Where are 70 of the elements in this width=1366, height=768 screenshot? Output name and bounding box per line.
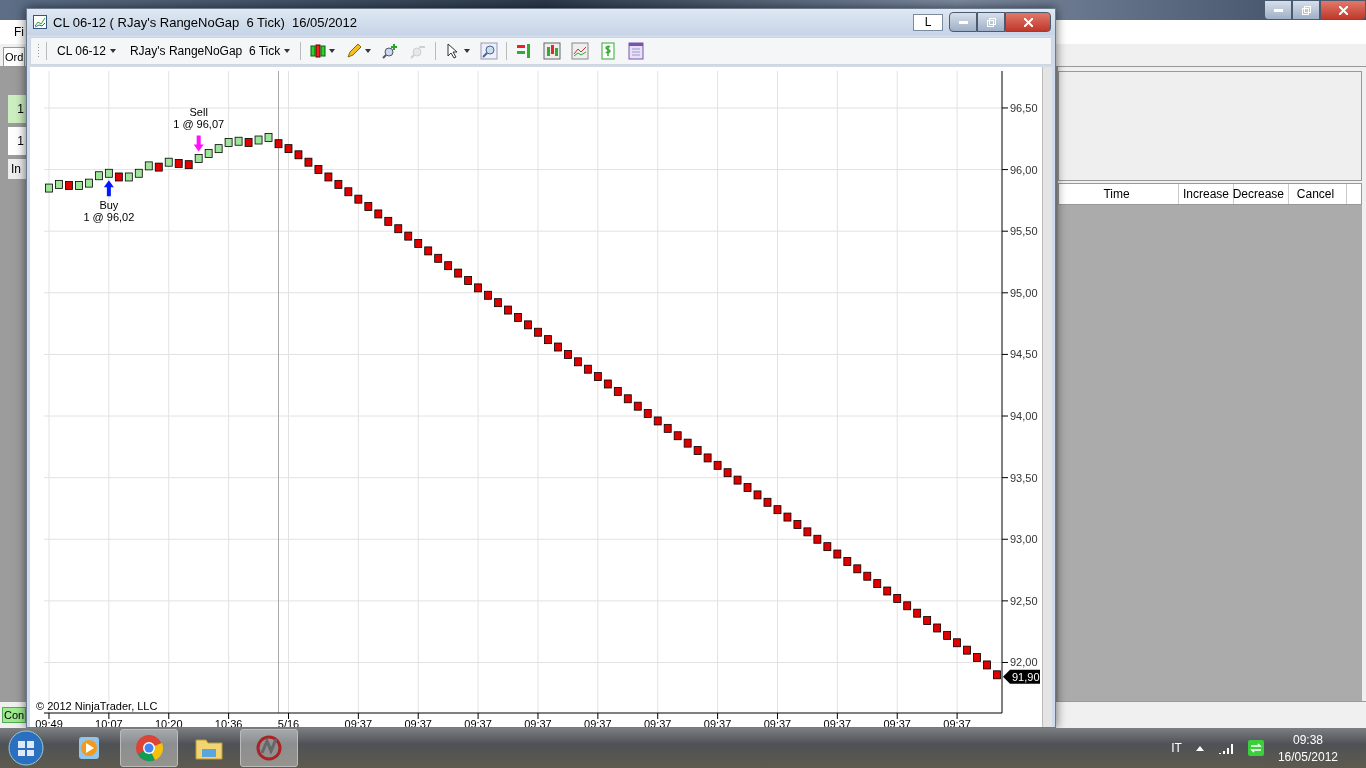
restore-icon bbox=[986, 17, 996, 27]
restore-icon bbox=[1301, 5, 1311, 15]
trader-logo-icon bbox=[254, 733, 284, 763]
close-icon bbox=[1023, 17, 1033, 27]
trade-label: Sell bbox=[189, 106, 208, 119]
table-cell: 1 bbox=[8, 127, 26, 155]
browser-icon bbox=[134, 733, 164, 763]
column-header[interactable]: Time bbox=[1059, 184, 1179, 204]
column-header[interactable]: Decrease bbox=[1234, 184, 1289, 204]
toolbar-button[interactable] bbox=[307, 42, 338, 60]
pencil-icon bbox=[345, 42, 364, 60]
axis-label: 95,50 bbox=[1010, 225, 1038, 238]
axis-label: 95,00 bbox=[1010, 286, 1038, 299]
caret-icon bbox=[284, 49, 291, 53]
signal-icon[interactable] bbox=[1217, 742, 1234, 754]
table-cell: 1 bbox=[8, 95, 26, 123]
column-header[interactable]: Cancel bbox=[1289, 184, 1347, 204]
menu-item[interactable]: Fi bbox=[14, 25, 24, 39]
axis-label: 93,00 bbox=[1010, 533, 1038, 546]
minimize-button[interactable] bbox=[1264, 0, 1292, 20]
trade-label: 1 @ 96,07 bbox=[173, 118, 225, 131]
axis-label: 94,00 bbox=[1010, 410, 1038, 423]
axis-label: 93,50 bbox=[1010, 471, 1038, 484]
dollar-icon bbox=[599, 42, 618, 60]
candlestick-icon bbox=[309, 42, 328, 60]
grip-icon bbox=[37, 43, 40, 59]
language-indicator[interactable]: IT bbox=[1171, 741, 1182, 755]
trade-label: 1 @ 96,02 bbox=[83, 211, 135, 224]
close-button[interactable] bbox=[1005, 12, 1051, 32]
bar-type-dropdown[interactable]: RJay's RangeNoGap 6 Tick bbox=[125, 44, 295, 58]
taskbar-app[interactable] bbox=[120, 729, 178, 767]
tab[interactable]: Ord bbox=[3, 47, 26, 66]
link-button[interactable]: L bbox=[913, 13, 943, 31]
trade-label: Buy bbox=[99, 199, 119, 212]
properties-icon bbox=[627, 42, 646, 60]
taskbar-app[interactable] bbox=[240, 729, 298, 767]
caret-icon bbox=[365, 49, 372, 53]
network-icon[interactable] bbox=[1247, 740, 1264, 756]
zoom-in-icon bbox=[381, 42, 400, 60]
window-title: CL 06-12 ( RJay's RangeNoGap 6 Tick) 16/05/2012 bbox=[53, 14, 359, 30]
instrument-dropdown[interactable]: CL 06-12 bbox=[53, 44, 120, 58]
clock[interactable]: 09:38 16/05/2012 bbox=[1277, 732, 1338, 764]
bars-icon bbox=[543, 42, 562, 60]
caret-icon bbox=[329, 49, 336, 53]
price-marker: 91,90 bbox=[1003, 669, 1040, 684]
axis-label: 96,50 bbox=[1010, 101, 1038, 114]
minimize-icon bbox=[958, 20, 968, 24]
column-header: In bbox=[8, 159, 26, 179]
maximize-button[interactable] bbox=[977, 12, 1005, 32]
line-chart-icon bbox=[571, 42, 590, 60]
start-button[interactable] bbox=[6, 728, 46, 768]
axis-label: 96,00 bbox=[1010, 163, 1038, 176]
scrollbar[interactable] bbox=[1042, 67, 1052, 727]
chart-icon bbox=[33, 15, 47, 29]
caret-icon bbox=[109, 49, 116, 53]
toolbar-button[interactable] bbox=[478, 42, 501, 60]
caret-icon bbox=[464, 49, 471, 53]
tray-arrow-icon[interactable] bbox=[1195, 745, 1204, 751]
search-icon bbox=[480, 42, 499, 60]
axis-label: 92,50 bbox=[1010, 594, 1038, 607]
close-button[interactable] bbox=[1320, 0, 1366, 20]
close-icon bbox=[1338, 5, 1348, 15]
axis-label: 92,00 bbox=[1010, 656, 1038, 669]
copyright-text: © 2012 NinjaTrader, LLC bbox=[36, 700, 158, 712]
minimize-icon bbox=[1273, 8, 1283, 12]
column-header[interactable]: Increase bbox=[1179, 184, 1234, 204]
status-label: Con bbox=[2, 707, 27, 723]
minimize-button[interactable] bbox=[949, 12, 977, 32]
restore-button[interactable] bbox=[1292, 0, 1320, 20]
axis-label: 94,50 bbox=[1010, 348, 1038, 361]
